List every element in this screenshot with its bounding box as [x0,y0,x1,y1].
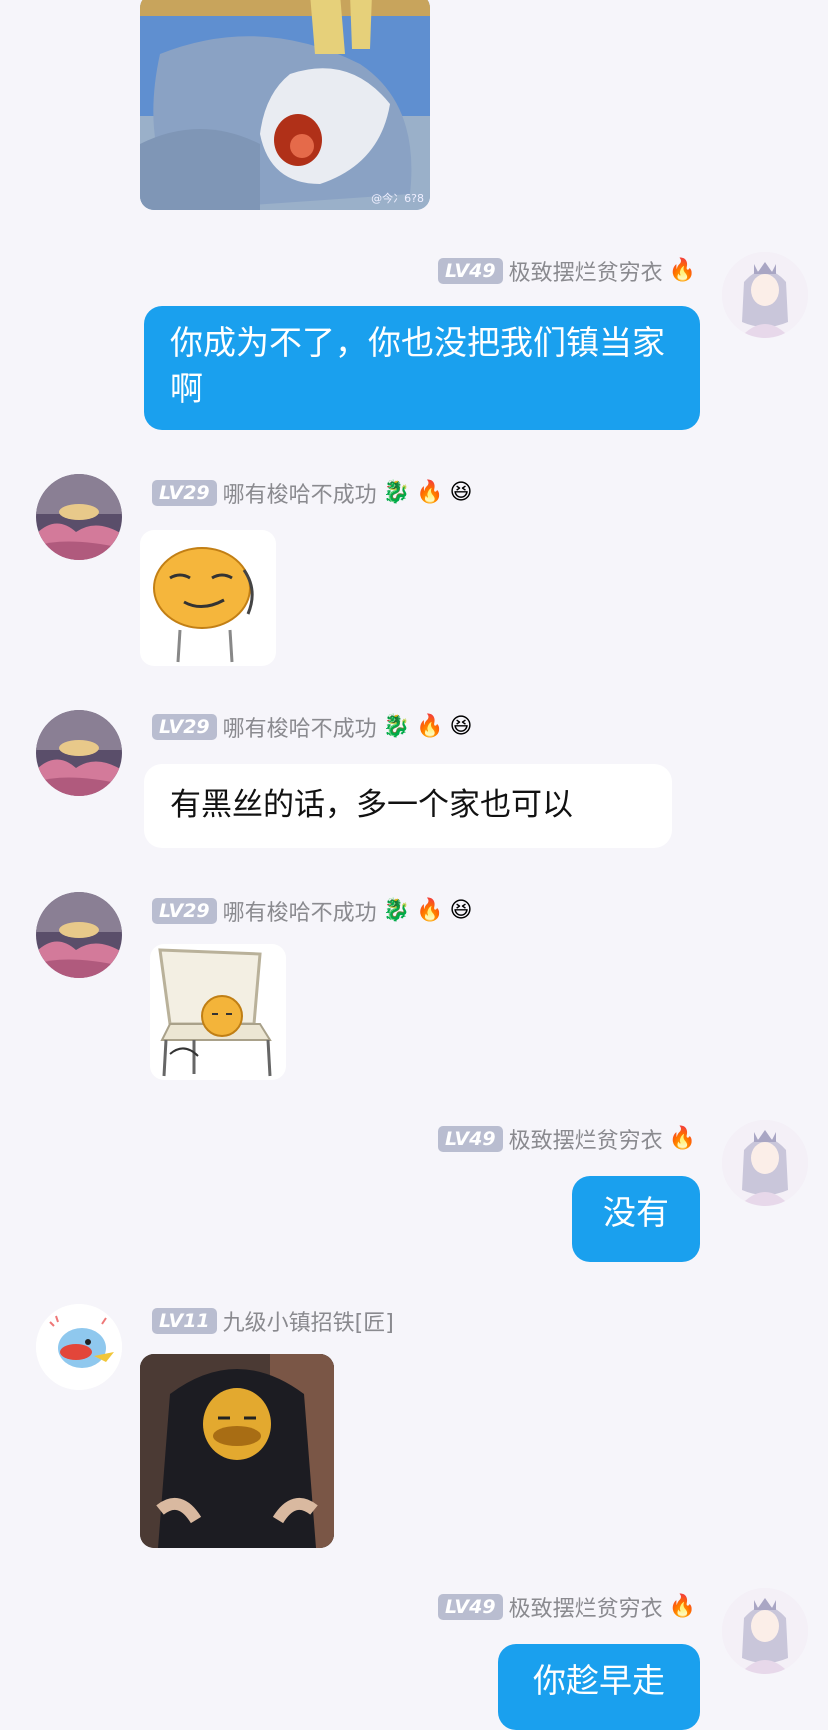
laugh-icon: 😆 [449,714,473,739]
sender-name[interactable]: 哪有梭哈不成功 [223,895,377,927]
fire-icon: 🔥 [416,898,444,923]
sender-meta-u11: LV11 九级小镇招铁[匠] [152,1306,394,1336]
image-message-cat-meme[interactable]: @今冫6?8 [140,0,430,210]
image-message-hooded-figure[interactable] [140,1354,334,1548]
avatar-landscape-icon [36,710,122,796]
fire-icon: 🔥 [416,714,444,739]
avatar-me[interactable] [722,1588,808,1674]
level-badge: LV29 [152,480,217,506]
sender-meta-me: LV49 极致摆烂贫穷衣 🔥 [437,1591,696,1623]
level-badge: LV49 [437,258,503,284]
avatar-u29[interactable] [36,892,122,978]
avatar-cartoon-icon [36,1304,122,1390]
cat-meme-illustration [140,0,430,210]
message-bubble-outgoing[interactable]: 你成为不了，你也没把我们镇当家啊 [144,306,700,430]
avatar-me[interactable] [722,1120,808,1206]
avatar-girl-icon [722,252,808,338]
fire-icon: 🔥 [416,480,444,505]
avatar-u11[interactable] [36,1304,122,1390]
avatar-me[interactable] [722,252,808,338]
dragon-icon: 🐉 [382,480,411,505]
message-bubble-outgoing[interactable]: 没有 [572,1176,700,1262]
message-text: 你趁早走 [533,1661,665,1700]
avatar-landscape-icon [36,892,122,978]
avatar-girl-icon [722,1120,808,1206]
sender-meta-me: LV49 极致摆烂贫穷衣 🔥 [437,1123,696,1155]
avatar-u29[interactable] [36,710,122,796]
fire-icon: 🔥 [668,1594,696,1619]
level-badge: LV49 [437,1594,503,1620]
message-bubble-outgoing[interactable]: 你趁早走 [498,1644,700,1730]
sender-name[interactable]: 九级小镇招铁[匠] [223,1305,394,1337]
level-badge: LV29 [152,898,217,924]
sticker-message-smirk[interactable] [140,530,276,666]
message-text: 没有 [603,1193,669,1232]
sender-meta-me: LV49 极致摆烂贫穷衣 🔥 [437,255,696,287]
sender-name[interactable]: 极致摆烂贫穷衣 [509,1591,663,1623]
level-badge: LV29 [152,714,217,740]
level-badge: LV11 [152,1308,217,1334]
fire-icon: 🔥 [668,1126,696,1151]
level-badge: LV49 [437,1126,503,1152]
sender-meta-u29: LV29 哪有梭哈不成功 🐉 🔥 😆 [152,478,472,508]
hooded-figure-illustration [140,1354,334,1548]
sender-meta-u29: LV29 哪有梭哈不成功 🐉 🔥 😆 [152,712,472,742]
sender-name[interactable]: 极致摆烂贫穷衣 [509,1123,663,1155]
avatar-landscape-icon [36,474,122,560]
avatar-girl-icon [722,1588,808,1674]
sender-name[interactable]: 哪有梭哈不成功 [223,711,377,743]
dragon-icon: 🐉 [382,898,411,923]
sender-name[interactable]: 哪有梭哈不成功 [223,477,377,509]
image-watermark: @今冫6?8 [371,192,424,205]
sticker-message-chair[interactable] [150,944,286,1080]
avatar-u29[interactable] [36,474,122,560]
fire-icon: 🔥 [668,258,696,283]
sender-meta-u29: LV29 哪有梭哈不成功 🐉 🔥 😆 [152,896,472,926]
laugh-icon: 😆 [449,898,473,923]
sender-name[interactable]: 极致摆烂贫穷衣 [509,255,663,287]
message-text: 有黑丝的话，多一个家也可以 [170,787,573,823]
smirk-face-icon [153,547,254,663]
laugh-icon: 😆 [449,480,473,505]
dragon-icon: 🐉 [382,714,411,739]
message-bubble-incoming[interactable]: 有黑丝的话，多一个家也可以 [144,764,672,848]
message-text: 你成为不了，你也没把我们镇当家啊 [170,323,665,408]
chair-meme-icon [158,948,272,1077]
